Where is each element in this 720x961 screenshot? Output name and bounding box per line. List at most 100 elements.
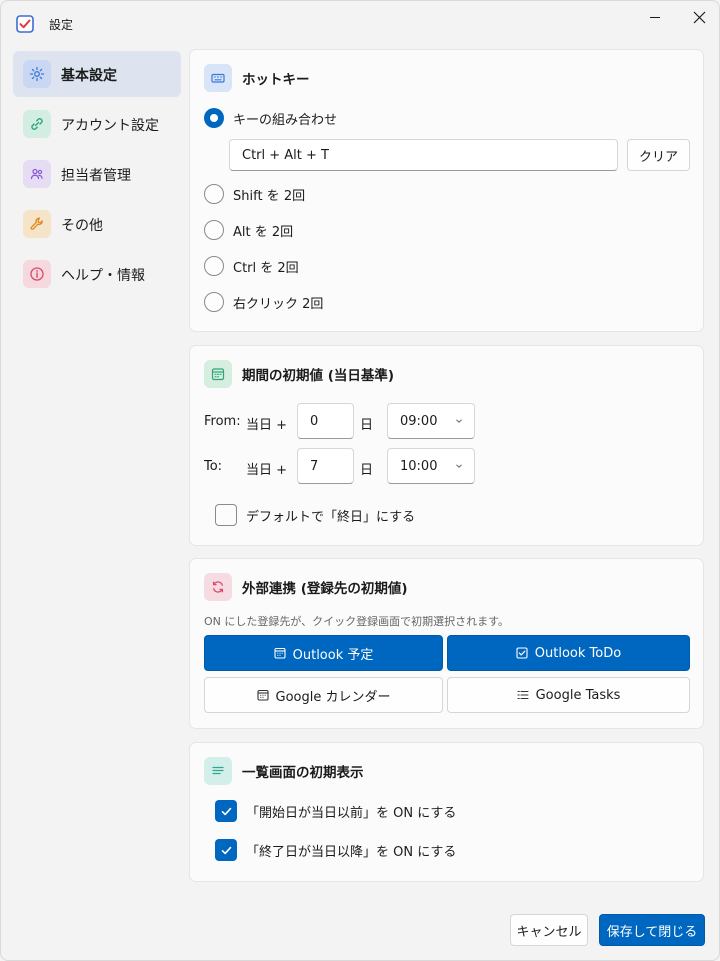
radio-ctrl-twice[interactable]: Ctrl を 2回 — [204, 255, 299, 277]
info-icon — [23, 260, 51, 288]
integration-card: 外部連携 (登録先の初期値) ON にした登録先が、クイック登録画面で初期選択さ… — [189, 558, 704, 729]
hotkey-card: ホットキー キーの組み合わせ Ctrl + Alt + T クリア Shift … — [189, 49, 704, 332]
to-time-value: 10:00 — [400, 458, 438, 474]
sidebar-item-basic-settings[interactable]: 基本設定 — [13, 51, 181, 97]
radio-button[interactable] — [204, 184, 224, 204]
close-icon — [693, 11, 705, 23]
from-days-value: 0 — [310, 413, 319, 429]
end-after-today-checkbox-row[interactable]: 「終了日が当日以降」を ON にする — [215, 839, 456, 861]
sidebar-item-assignee-management[interactable]: 担当者管理 — [13, 151, 181, 197]
radio-label: キーの組み合わせ — [233, 112, 338, 128]
google-tasks-toggle[interactable]: Google Tasks — [447, 677, 690, 713]
sidebar-item-label: 基本設定 — [61, 68, 117, 84]
allday-label: デフォルトで「終日」にする — [246, 509, 416, 525]
lines-icon — [204, 757, 232, 785]
title-bar: 設定 — [1, 1, 719, 45]
outlook-todo-label: Outlook ToDo — [534, 645, 622, 661]
radio-button[interactable] — [204, 292, 224, 312]
integration-title: 外部連携 (登録先の初期値) — [242, 581, 408, 597]
to-day-unit: 日 — [360, 463, 374, 478]
to-time-select[interactable]: 10:00 — [387, 448, 475, 484]
to-days-value: 7 — [310, 458, 319, 474]
radio-label: 右クリック 2回 — [233, 296, 324, 312]
link-icon — [23, 110, 51, 138]
hotkey-header: ホットキー — [204, 64, 310, 92]
radio-button[interactable] — [204, 256, 224, 276]
allday-default-checkbox-row[interactable]: デフォルトで「終日」にする — [215, 504, 415, 526]
check-icon — [221, 807, 231, 815]
from-time-select[interactable]: 09:00 — [387, 403, 475, 439]
list-icon — [517, 689, 529, 701]
radio-key-combination[interactable]: キーの組み合わせ — [204, 107, 337, 129]
radio-alt-twice[interactable]: Alt を 2回 — [204, 219, 293, 241]
google-tasks-label: Google Tasks — [535, 687, 621, 703]
checkbox[interactable] — [215, 800, 237, 822]
sidebar-item-label: その他 — [61, 218, 103, 234]
sidebar-item-help-info[interactable]: ヘルプ・情報 — [13, 251, 181, 297]
from-today-plus: 当日 + — [246, 418, 288, 433]
calendar-icon — [274, 647, 286, 659]
start-before-today-checkbox-row[interactable]: 「開始日が当日以前」を ON にする — [215, 800, 456, 822]
checkbox[interactable] — [215, 504, 237, 526]
sidebar-item-label: 担当者管理 — [61, 168, 131, 184]
hotkey-combo-input[interactable]: Ctrl + Alt + T — [229, 139, 618, 171]
radio-label: Alt を 2回 — [233, 224, 294, 240]
clear-button[interactable]: クリア — [627, 139, 690, 171]
start-before-today-label: 「開始日が当日以前」を ON にする — [246, 805, 457, 821]
sidebar-item-label: アカウント設定 — [61, 118, 159, 134]
minimize-button[interactable] — [632, 1, 678, 33]
period-card: 期間の初期値 (当日基準) From: 当日 + 0 日 09:00 To: 当… — [189, 345, 704, 546]
sidebar-item-label: ヘルプ・情報 — [61, 268, 145, 284]
listview-card: 一覧画面の初期表示 「開始日が当日以前」を ON にする 「終了日が当日以降」を… — [189, 742, 704, 882]
end-after-today-label: 「終了日が当日以降」を ON にする — [246, 844, 457, 860]
sync-icon — [204, 573, 232, 601]
keyboard-icon — [204, 64, 232, 92]
radio-shift-twice[interactable]: Shift を 2回 — [204, 183, 305, 205]
cancel-button[interactable]: キャンセル — [510, 914, 588, 946]
period-title: 期間の初期値 (当日基準) — [242, 368, 395, 384]
settings-window: 設定 基本設定 アカウント設定 担当者管理 その他 ヘルプ・情報 ホットキー キ… — [0, 0, 720, 961]
wrench-icon — [23, 210, 51, 238]
from-day-unit: 日 — [360, 418, 374, 433]
radio-button[interactable] — [204, 108, 224, 128]
sidebar: 基本設定 アカウント設定 担当者管理 その他 ヘルプ・情報 — [13, 51, 181, 301]
sidebar-item-account-settings[interactable]: アカウント設定 — [13, 101, 181, 147]
google-calendar-label: Google カレンダー — [275, 689, 391, 705]
radio-label: Shift を 2回 — [233, 188, 306, 204]
hotkey-combo-value: Ctrl + Alt + T — [242, 147, 329, 163]
radio-right-click-twice[interactable]: 右クリック 2回 — [204, 291, 323, 313]
check-icon — [221, 846, 231, 854]
to-days-input[interactable]: 7 — [297, 448, 354, 484]
google-calendar-toggle[interactable]: Google カレンダー — [204, 677, 443, 713]
outlook-calendar-toggle[interactable]: Outlook 予定 — [204, 635, 443, 671]
hotkey-title: ホットキー — [242, 72, 310, 88]
integration-description: ON にした登録先が、クイック登録画面で初期選択されます。 — [204, 615, 510, 628]
from-time-value: 09:00 — [400, 413, 438, 429]
from-days-input[interactable]: 0 — [297, 403, 354, 439]
checkbox-icon — [516, 647, 528, 659]
calendar-grid-icon — [204, 360, 232, 388]
save-label: 保存して閉じる — [606, 924, 698, 940]
chevron-down-icon — [456, 419, 462, 423]
checkbox[interactable] — [215, 839, 237, 861]
outlook-todo-toggle[interactable]: Outlook ToDo — [447, 635, 690, 671]
clear-label: クリア — [638, 149, 678, 165]
radio-button[interactable] — [204, 220, 224, 240]
integration-header: 外部連携 (登録先の初期値) — [204, 573, 408, 601]
outlook-calendar-label: Outlook 予定 — [292, 647, 374, 663]
close-button[interactable] — [676, 1, 719, 33]
listview-header: 一覧画面の初期表示 — [204, 757, 364, 785]
window-title: 設定 — [49, 18, 74, 32]
period-header: 期間の初期値 (当日基準) — [204, 360, 394, 388]
from-label: From: — [204, 414, 241, 429]
gear-icon — [23, 60, 51, 88]
listview-title: 一覧画面の初期表示 — [242, 765, 364, 781]
app-checkbox-icon — [16, 15, 34, 33]
save-and-close-button[interactable]: 保存して閉じる — [599, 914, 705, 946]
users-icon — [23, 160, 51, 188]
to-today-plus: 当日 + — [246, 463, 288, 478]
sidebar-item-other[interactable]: その他 — [13, 201, 181, 247]
calendar-icon — [256, 689, 269, 701]
to-label: To: — [204, 459, 223, 474]
cancel-label: キャンセル — [516, 924, 582, 940]
